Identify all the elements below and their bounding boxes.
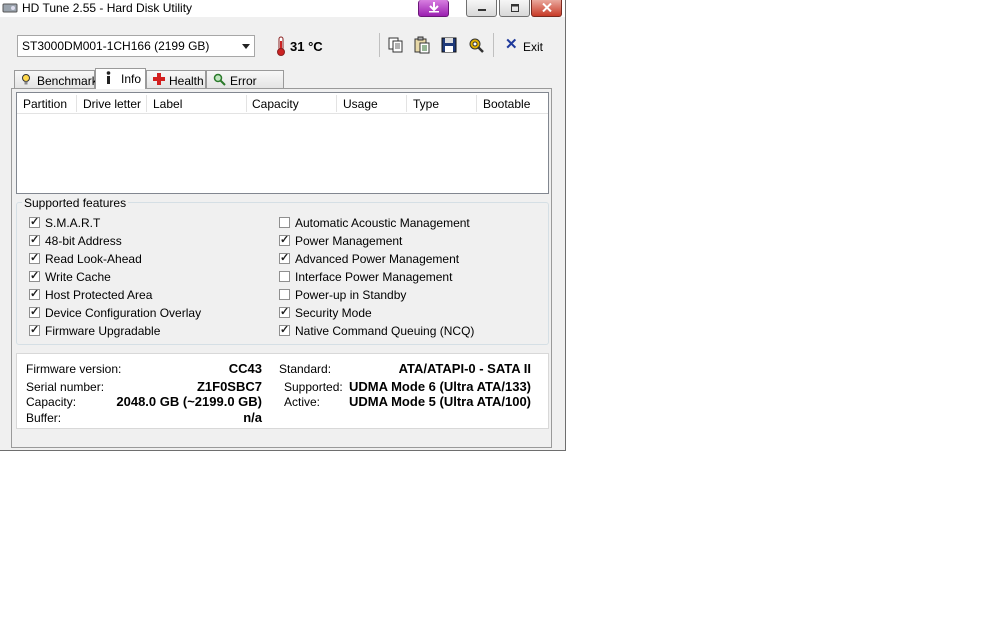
tab-label: Info — [121, 72, 142, 86]
download-button[interactable] — [418, 0, 449, 17]
close-icon — [541, 1, 552, 15]
feature-checkbox[interactable] — [279, 251, 290, 264]
feature-checkbox[interactable] — [279, 323, 290, 336]
column-divider[interactable] — [146, 95, 147, 112]
tab-error-scan[interactable]: Error Scan — [206, 70, 284, 102]
maximize-button[interactable] — [499, 0, 530, 17]
column-header-drive-letter[interactable]: Drive letter — [83, 97, 141, 111]
feature-checkbox[interactable] — [279, 271, 290, 282]
exit-icon[interactable]: ✕ — [505, 37, 518, 53]
tab-info[interactable]: Info — [95, 68, 146, 89]
feature-label: Power Management — [295, 234, 403, 248]
feature-label: S.M.A.R.T — [45, 216, 101, 230]
temperature-readout: 31 °C — [290, 39, 323, 54]
feature-label: Interface Power Management — [295, 270, 453, 284]
tab-label: Benchmark — [37, 74, 98, 88]
feature-checkbox[interactable] — [279, 217, 290, 228]
copy-text-button[interactable] — [387, 36, 405, 54]
column-divider[interactable] — [76, 95, 77, 112]
column-divider[interactable] — [246, 95, 247, 112]
supported-mode-value: UDMA Mode 6 (Ultra ATA/133) — [348, 379, 531, 394]
feature-label: 48-bit Address — [45, 234, 122, 248]
feature-label: Power-up in Standby — [295, 288, 407, 302]
toolbar-separator — [493, 33, 494, 57]
download-arrow-icon — [427, 1, 441, 16]
feature-label: Native Command Queuing (NCQ) — [295, 324, 475, 338]
standard-value: ATA/ATAPI-0 - SATA II — [398, 361, 531, 376]
feature-checkbox[interactable] — [279, 289, 290, 300]
window-title: HD Tune 2.55 - Hard Disk Utility — [22, 1, 193, 15]
firmware-label: Firmware version: — [26, 362, 122, 376]
info-icon — [104, 71, 113, 88]
column-divider[interactable] — [406, 95, 407, 112]
capacity-value: 2048.0 GB (~2199.0 GB) — [116, 394, 262, 409]
feature-label: Write Cache — [45, 270, 111, 284]
feature-checkbox[interactable] — [29, 305, 40, 318]
clipboard-icon — [413, 36, 431, 57]
options-button[interactable] — [467, 36, 485, 54]
tab-label: Health — [169, 74, 204, 88]
serial-value: Z1F0SBC7 — [196, 379, 262, 394]
feature-checkbox[interactable] — [29, 215, 40, 228]
buffer-value: n/a — [243, 410, 262, 425]
active-mode-value: UDMA Mode 5 (Ultra ATA/100) — [348, 394, 531, 409]
close-button[interactable] — [531, 0, 562, 17]
standard-label: Standard: — [279, 362, 332, 376]
minimize-icon — [477, 1, 487, 15]
column-divider[interactable] — [476, 95, 477, 112]
feature-checkbox[interactable] — [29, 233, 40, 246]
feature-checkbox[interactable] — [29, 287, 40, 300]
buffer-label: Buffer: — [26, 411, 62, 425]
feature-checkbox[interactable] — [29, 251, 40, 264]
feature-label: Advanced Power Management — [295, 252, 460, 266]
hdtune-app-icon — [2, 1, 18, 15]
health-cross-icon — [153, 73, 165, 88]
minimize-button[interactable] — [466, 0, 497, 17]
chevron-down-icon — [242, 44, 250, 49]
column-divider[interactable] — [336, 95, 337, 112]
column-header-label[interactable]: Label — [153, 97, 182, 111]
feature-label: Security Mode — [295, 306, 372, 320]
feature-label: Firmware Upgradable — [45, 324, 161, 338]
tab-benchmark[interactable]: Benchmark — [14, 70, 98, 89]
supported-mode-label: Supported: — [284, 380, 343, 394]
capacity-label: Capacity: — [26, 395, 77, 409]
supported-features-legend: Supported features — [22, 196, 129, 210]
settings-tools-icon — [467, 38, 485, 57]
feature-checkbox[interactable] — [279, 233, 290, 246]
lightbulb-icon — [21, 73, 31, 89]
serial-label: Serial number: — [26, 380, 105, 394]
toolbar-separator — [379, 33, 380, 57]
feature-checkbox[interactable] — [29, 269, 40, 282]
column-header-type[interactable]: Type — [413, 97, 439, 111]
feature-label: Read Look-Ahead — [45, 252, 142, 266]
maximize-icon — [510, 1, 520, 15]
column-header-bootable[interactable]: Bootable — [483, 97, 530, 111]
thermometer-icon — [276, 36, 286, 59]
column-header-partition[interactable]: Partition — [23, 97, 67, 111]
drive-select[interactable]: ST3000DM001-1CH166 (2199 GB) — [17, 35, 255, 57]
firmware-value: CC43 — [228, 361, 262, 376]
floppy-disk-icon — [440, 37, 458, 57]
feature-label: Host Protected Area — [45, 288, 153, 302]
exit-button[interactable]: Exit — [523, 40, 543, 54]
feature-checkbox[interactable] — [279, 305, 290, 318]
active-mode-label: Active: — [284, 395, 321, 409]
copy-icon — [387, 37, 405, 57]
feature-checkbox[interactable] — [29, 323, 40, 336]
save-button[interactable] — [440, 36, 458, 54]
column-header-usage[interactable]: Usage — [343, 97, 378, 111]
copy-screenshot-button[interactable] — [413, 36, 431, 54]
drive-select-value: ST3000DM001-1CH166 (2199 GB) — [22, 39, 210, 53]
feature-label: Automatic Acoustic Management — [295, 216, 470, 230]
magnifier-icon — [213, 73, 226, 89]
column-header-capacity[interactable]: Capacity — [252, 97, 299, 111]
feature-label: Device Configuration Overlay — [45, 306, 202, 320]
tab-health[interactable]: Health — [146, 70, 206, 88]
